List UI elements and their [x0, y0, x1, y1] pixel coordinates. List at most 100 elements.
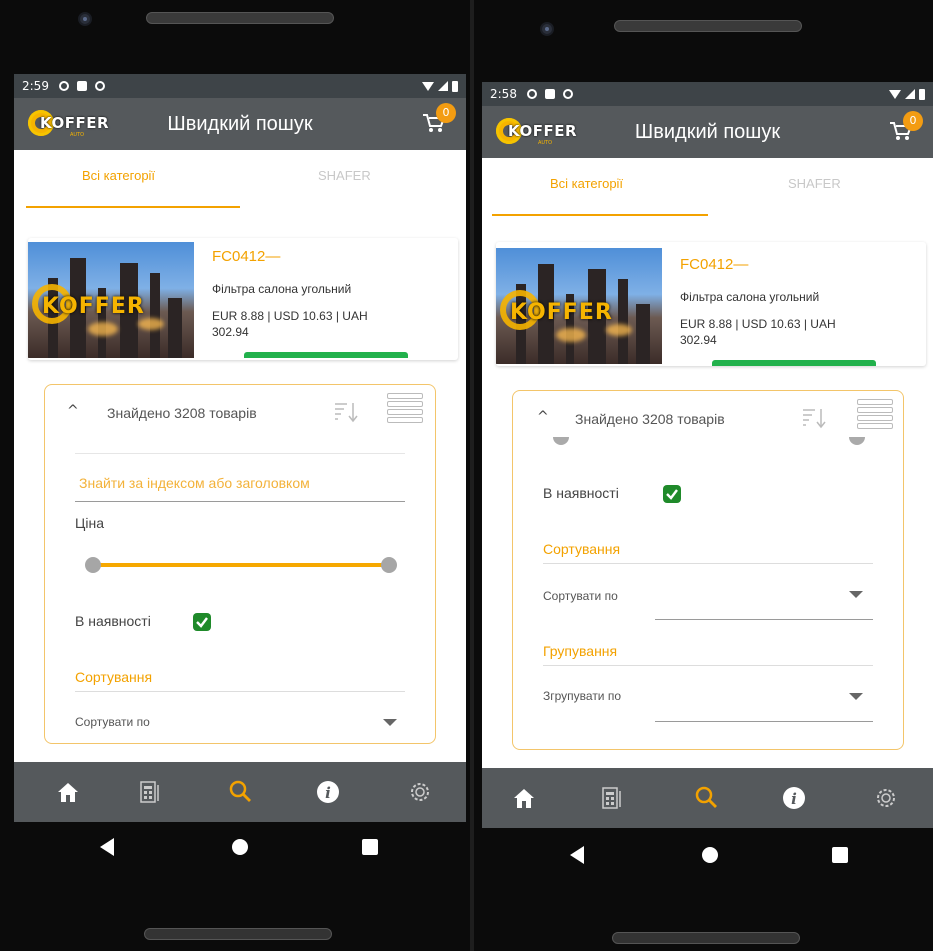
front-camera [78, 12, 92, 26]
category-tabs: Всі категорії SHAFER [14, 150, 466, 208]
settings-icon [411, 783, 429, 801]
group-dropdown-underline [655, 721, 873, 722]
view-list-icon[interactable] [387, 393, 423, 429]
sort-icon[interactable] [333, 401, 359, 423]
system-home-button[interactable] [702, 847, 718, 863]
product-code: FC0412— [212, 248, 281, 265]
slider-min-handle-partial[interactable] [553, 437, 569, 445]
nav-home[interactable] [52, 776, 84, 808]
home-icon [514, 789, 534, 808]
tab-all-categories[interactable]: Всі категорії [82, 168, 155, 183]
group-by-dropdown[interactable]: Згрупувати по [543, 689, 621, 703]
sort-icon[interactable] [801, 407, 827, 429]
sort-dropdown-underline [655, 619, 873, 620]
product-card[interactable]: KOFFER FC0412— Фільтра салона угольний E… [496, 242, 926, 366]
bottom-navigation: i [14, 762, 466, 822]
product-card[interactable]: KOFFER FC0412— Фільтра салона угольний E… [28, 238, 458, 360]
in-stock-checkbox[interactable] [193, 613, 211, 631]
page-title: Швидкий пошук [634, 120, 781, 143]
sort-dropdown-arrow-icon[interactable] [383, 719, 397, 726]
phone-right: 2:58 KOFFER AUTO Швидкий пошук 0 Всі кат… [474, 0, 933, 951]
cart-button[interactable]: 0 [422, 103, 456, 134]
view-list-icon[interactable] [857, 399, 893, 435]
product-image: KOFFER [496, 248, 662, 364]
in-stock-label: В наявності [75, 613, 151, 629]
product-price: EUR 8.88 | USD 10.63 | UAH 302.94 [212, 309, 368, 339]
tab-shafer[interactable]: SHAFER [318, 168, 371, 183]
sync-icon [94, 81, 105, 91]
status-bar: 2:58 [482, 82, 933, 106]
nav-catalog[interactable] [134, 776, 166, 808]
nav-settings[interactable] [870, 782, 902, 814]
product-name: Фільтра салона угольний [212, 282, 352, 296]
nav-search[interactable] [224, 776, 256, 808]
sort-by-dropdown[interactable]: Сортувати по [75, 715, 150, 729]
nav-info[interactable]: i [778, 782, 810, 814]
nav-info[interactable]: i [312, 776, 344, 808]
sd-card-icon [544, 89, 555, 99]
page-title: Швидкий пошук [167, 112, 313, 135]
screen: 2:58 KOFFER AUTO Швидкий пошук 0 Всі кат… [482, 82, 933, 828]
system-back-button[interactable] [100, 838, 114, 856]
sorting-section-title: Сортування [75, 669, 153, 685]
svg-text:i: i [791, 790, 797, 808]
price-slider-track[interactable] [93, 563, 389, 567]
availability-bar [712, 360, 876, 366]
info-icon: i [317, 781, 339, 803]
cart-badge: 0 [903, 111, 923, 131]
image-watermark: KOFFER [510, 300, 613, 325]
nav-home[interactable] [508, 782, 540, 814]
phone-left: 2:59 KOFFER AUTO Швидкий пошук 0 Всі кат… [0, 0, 470, 951]
header-separator [75, 453, 405, 454]
checkmark-icon [196, 617, 208, 628]
price-slider-max-handle[interactable] [381, 557, 397, 573]
price-slider-min-handle[interactable] [85, 557, 101, 573]
wifi-icon [889, 89, 901, 99]
system-home-button[interactable] [232, 839, 248, 855]
settings-status-icon [526, 89, 537, 99]
collapse-chevron-icon[interactable]: ^ [537, 409, 549, 425]
cart-button[interactable]: 0 [889, 111, 923, 142]
in-stock-checkbox[interactable] [663, 485, 681, 503]
sort-by-dropdown[interactable]: Сортувати по [543, 589, 618, 603]
app-bar: KOFFER AUTO Швидкий пошук 0 [14, 98, 466, 150]
info-icon: i [783, 787, 805, 809]
svg-text:i: i [325, 784, 331, 802]
search-icon [695, 786, 717, 808]
results-count: Знайдено 3208 товарів [107, 405, 257, 421]
tab-shafer[interactable]: SHAFER [788, 176, 841, 191]
checkmark-icon [666, 489, 678, 500]
product-price: EUR 8.88 | USD 10.63 | UAH 302.94 [680, 317, 836, 347]
catalog-icon [140, 781, 159, 803]
system-recents-button[interactable] [362, 839, 378, 855]
search-input[interactable]: Знайти за індексом або заголовком [79, 475, 310, 491]
front-camera [540, 22, 554, 36]
category-tabs: Всі категорії SHAFER [482, 158, 933, 216]
status-time: 2:58 [490, 87, 517, 101]
active-tab-indicator [26, 206, 240, 208]
sorting-separator [543, 563, 873, 564]
nav-catalog[interactable] [596, 782, 628, 814]
image-watermark: KOFFER [42, 294, 145, 319]
nav-settings[interactable] [404, 776, 436, 808]
system-recents-button[interactable] [832, 847, 848, 863]
battery-icon [452, 80, 458, 92]
system-navigation [474, 828, 933, 888]
system-back-button[interactable] [570, 846, 584, 864]
in-stock-label: В наявності [543, 485, 619, 501]
earpiece-speaker [146, 12, 334, 24]
cart-badge: 0 [436, 103, 456, 123]
settings-status-icon [58, 81, 69, 91]
collapse-chevron-icon[interactable]: ^ [67, 403, 79, 419]
sort-dropdown-arrow-icon[interactable] [849, 591, 863, 598]
availability-bar [244, 352, 408, 358]
home-icon [58, 783, 78, 802]
tab-all-categories[interactable]: Всі категорії [550, 176, 623, 191]
nav-search[interactable] [690, 782, 722, 814]
product-code: FC0412— [680, 256, 749, 273]
slider-max-handle-partial[interactable] [849, 437, 865, 445]
product-image: KOFFER [28, 242, 194, 358]
active-tab-indicator [492, 214, 708, 216]
group-dropdown-arrow-icon[interactable] [849, 693, 863, 700]
signal-icon [438, 81, 448, 91]
